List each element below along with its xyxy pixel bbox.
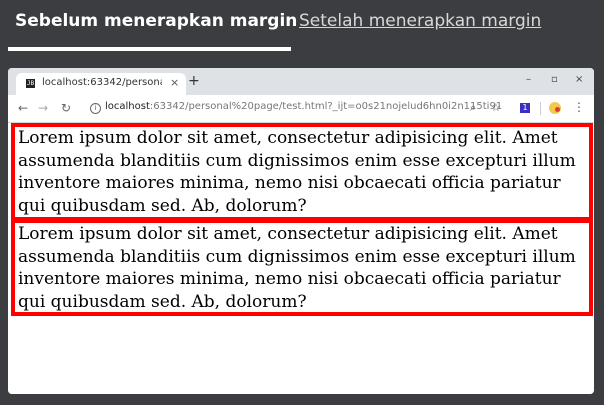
close-window-button[interactable]: × — [575, 74, 583, 86]
forward-icon[interactable]: → — [38, 101, 48, 115]
minimize-button[interactable]: – — [526, 74, 531, 86]
info-icon[interactable]: i — [90, 103, 101, 114]
browser-toolbar: ← → ↻ i localhost:63342/personal%20page/… — [8, 95, 594, 123]
star-icon[interactable]: ☆ — [491, 101, 501, 115]
maximize-button[interactable]: ▫ — [551, 74, 558, 86]
browser-titlebar: JB localhost:63342/personal% × + – ▫ × — [8, 68, 594, 95]
favicon-icon: JB — [26, 79, 35, 88]
menu-icon[interactable]: ⋮ — [573, 100, 585, 114]
tab-after-margin[interactable]: Setelah menerapkan margin — [299, 11, 541, 31]
paragraph-box-2: Lorem ipsum dolor sit amet, consectetur … — [11, 219, 593, 316]
url-path: :63342/personal%20page/test.html?_ijt=o0… — [149, 101, 503, 112]
page-content: Lorem ipsum dolor sit amet, consectetur … — [8, 123, 594, 394]
address-bar[interactable]: localhost:63342/personal%20page/test.htm… — [105, 101, 502, 112]
browser-tab[interactable]: JB localhost:63342/personal% × — [16, 73, 186, 95]
active-tab-indicator — [8, 47, 291, 51]
tab-before-margin[interactable]: Sebelum menerapkan margin — [15, 11, 297, 31]
outer-tab-bar: Sebelum menerapkan margin Setelah menera… — [0, 0, 604, 52]
new-tab-button[interactable]: + — [188, 74, 200, 88]
profile-icon[interactable] — [549, 102, 561, 114]
zoom-icon[interactable]: ⌕ — [470, 101, 476, 115]
reload-icon[interactable]: ↻ — [61, 101, 71, 115]
tab-close-icon[interactable]: × — [170, 76, 179, 89]
browser-tab-title: localhost:63342/personal% — [42, 77, 162, 88]
paragraph-box-1: Lorem ipsum dolor sit amet, consectetur … — [11, 123, 593, 221]
browser-window: JB localhost:63342/personal% × + – ▫ × ←… — [8, 68, 594, 394]
toolbar-divider — [540, 102, 541, 115]
url-host: localhost — [105, 101, 150, 112]
back-icon[interactable]: ← — [18, 101, 28, 115]
extension-icon[interactable]: 1 — [520, 103, 530, 113]
